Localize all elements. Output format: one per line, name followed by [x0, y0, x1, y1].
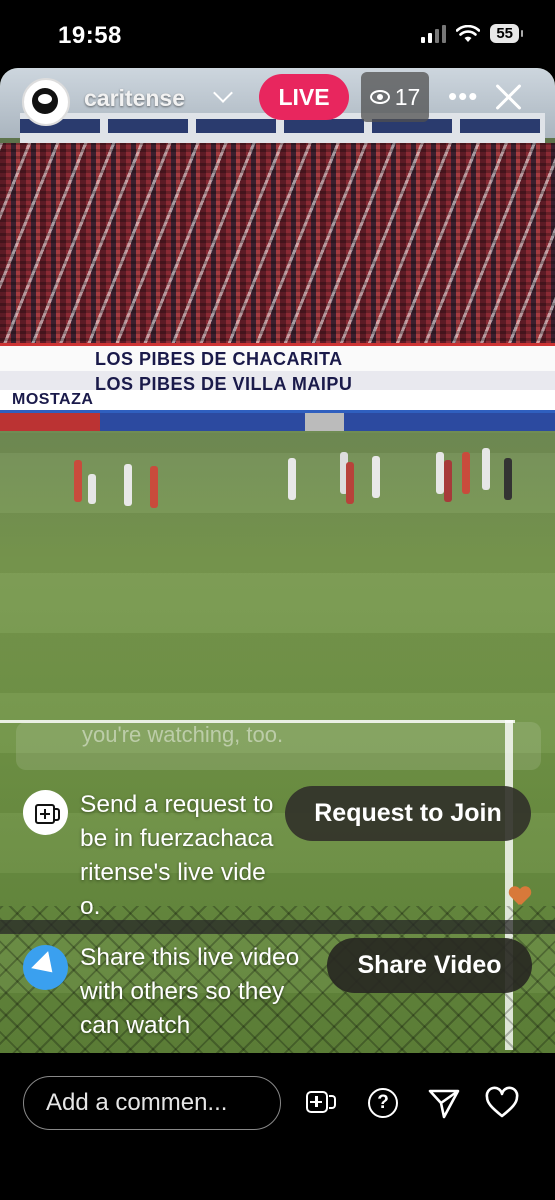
heart-outline-icon[interactable]: [484, 1085, 520, 1121]
viewer-count-badge[interactable]: 17: [361, 72, 429, 122]
username[interactable]: caritense: [84, 85, 185, 112]
close-icon[interactable]: [494, 82, 524, 112]
viewer-count: 17: [394, 83, 421, 110]
wifi-icon: [456, 24, 481, 42]
faded-comment: you're watching, too.: [16, 722, 541, 770]
status-bar: 19:58 55: [0, 0, 555, 68]
battery-indicator: 55: [490, 24, 523, 43]
signal-icon: [421, 24, 447, 43]
players: [0, 438, 555, 518]
question-icon[interactable]: ?: [366, 1085, 402, 1121]
floating-heart-icon: [509, 887, 531, 907]
eye-icon: [369, 90, 390, 104]
comment-input[interactable]: Add a commen...: [23, 1076, 281, 1130]
share-video-button[interactable]: Share Video: [327, 938, 532, 993]
request-description: Send a request to be in fuerzachacariten…: [80, 791, 274, 920]
send-outline-icon[interactable]: [426, 1085, 462, 1121]
avatar[interactable]: [22, 78, 70, 126]
status-icons: 55: [421, 24, 523, 43]
comment-placeholder: Add a commen...: [46, 1089, 228, 1116]
share-icon-circle: [23, 945, 68, 990]
live-badge: LIVE: [259, 74, 349, 120]
status-time: 19:58: [58, 22, 122, 49]
stadium-banner: MOSTAZA: [0, 390, 555, 413]
camera-plus-icon: [35, 804, 55, 824]
more-icon[interactable]: •••: [448, 83, 478, 109]
live-header: caritense LIVE 17 •••: [0, 72, 555, 128]
request-icon-circle: [23, 790, 68, 835]
video-add-icon[interactable]: [304, 1085, 340, 1121]
send-icon: [31, 951, 61, 981]
stadium-banner: LOS PIBES DE CHACARITA: [0, 343, 555, 372]
chevron-down-icon[interactable]: [213, 83, 233, 103]
ad-board: [0, 413, 555, 431]
request-to-join-button[interactable]: Request to Join: [285, 786, 531, 841]
bottom-bar: Add a commen... ?: [0, 1053, 555, 1200]
share-description: Share this live video with others so the…: [80, 944, 300, 1039]
